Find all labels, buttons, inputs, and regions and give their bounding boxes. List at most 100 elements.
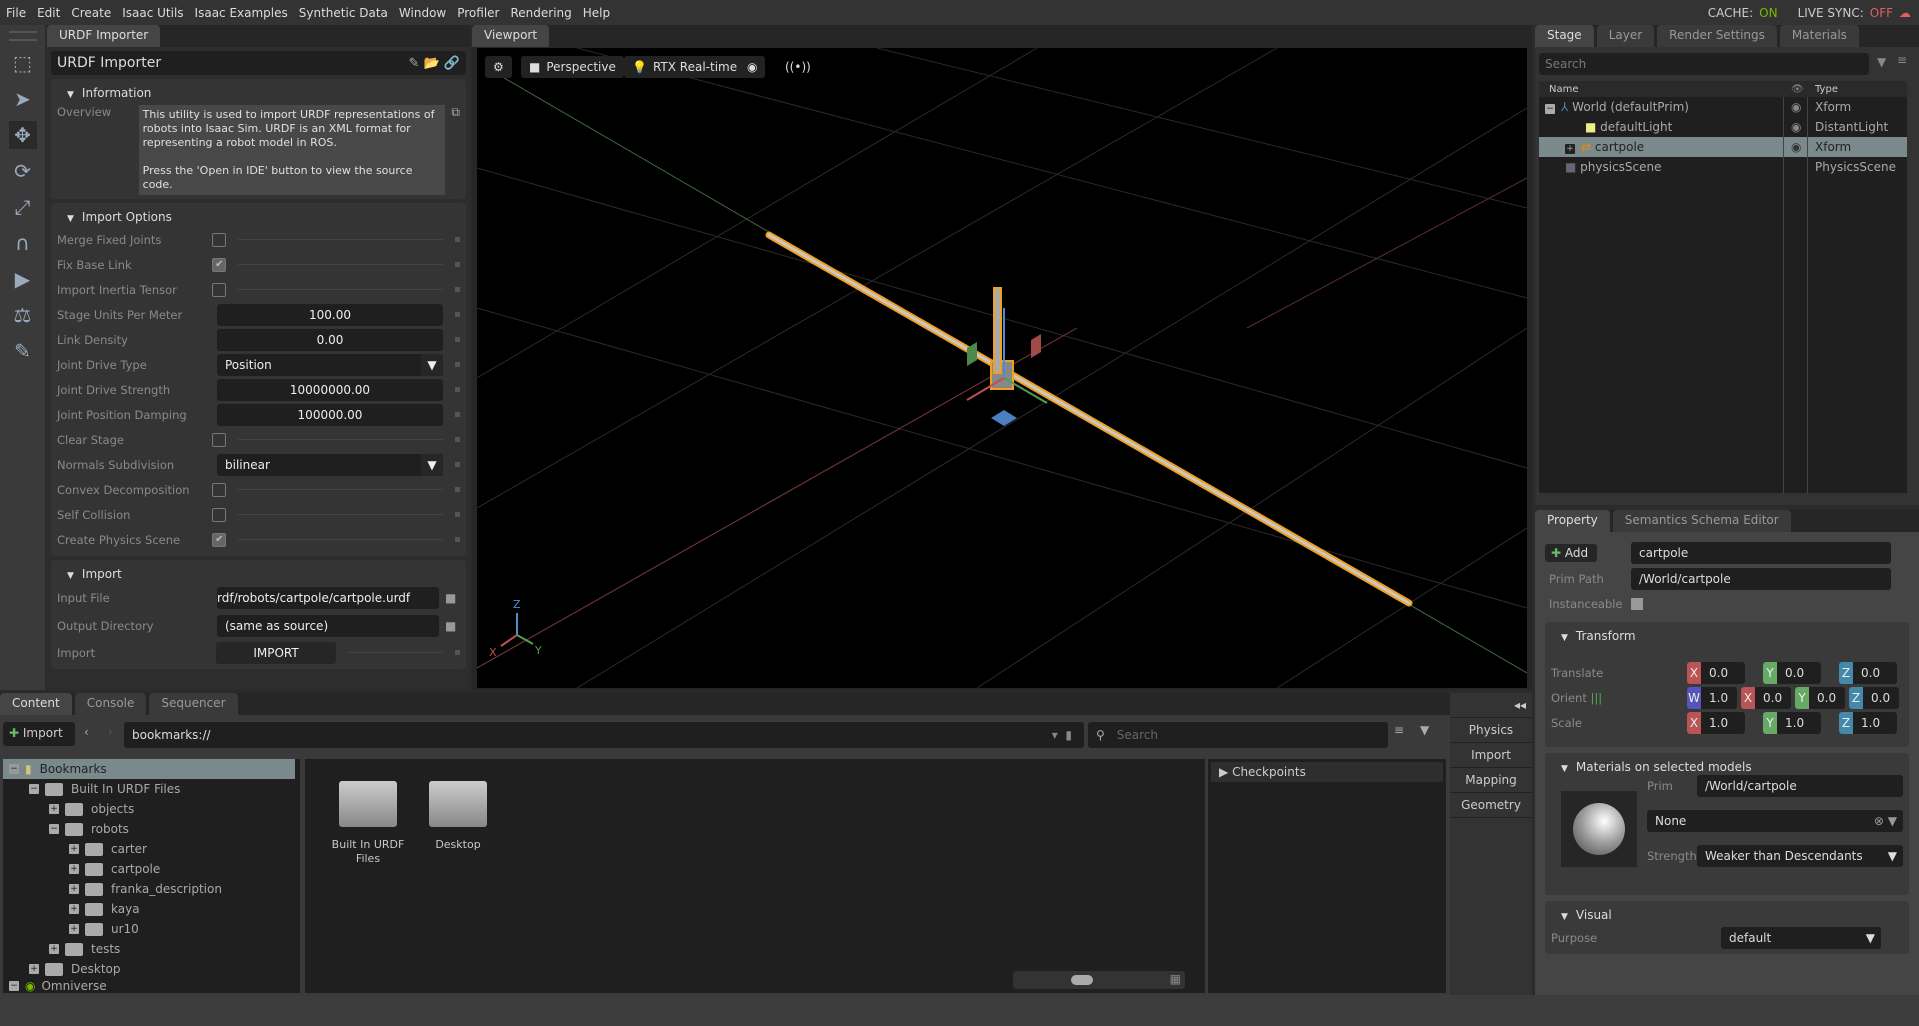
column-type[interactable]: Type: [1815, 84, 1838, 95]
orient-w[interactable]: W 1.0: [1687, 686, 1737, 709]
folder-icon[interactable]: ■: [445, 591, 456, 605]
rotate-icon[interactable]: ⟳: [9, 157, 37, 185]
viewport-canvas[interactable]: Z X Y ⚙ ■ Perspective 💡 RTX Real-time ◉ ((…: [476, 47, 1528, 689]
copy-icon[interactable]: ⧉: [451, 105, 460, 195]
tab-layer[interactable]: Layer: [1596, 25, 1655, 47]
paint-icon[interactable]: ✎: [9, 337, 37, 365]
edit-icon[interactable]: ✎: [408, 56, 419, 71]
tree-item-omniverse[interactable]: − ◉ Omniverse: [3, 979, 300, 993]
chevron-down-icon[interactable]: ▼: [1888, 814, 1897, 828]
output-directory-field[interactable]: (same as source): [217, 615, 439, 637]
tab-viewport[interactable]: Viewport: [472, 25, 550, 47]
back-icon[interactable]: ‹: [84, 725, 89, 739]
translate-x[interactable]: X 0.0: [1687, 661, 1745, 684]
folder-icon[interactable]: 📂: [423, 56, 439, 71]
menu-help[interactable]: Help: [583, 6, 610, 20]
prim-path-field[interactable]: /World/cartpole: [1631, 568, 1891, 590]
path-input[interactable]: bookmarks://▾ ▮: [124, 722, 1084, 748]
select-mode-icon[interactable]: ⬚: [9, 49, 37, 77]
tree-item-objects[interactable]: + objects: [3, 799, 300, 819]
eye-icon[interactable]: ◉: [1791, 100, 1801, 114]
scale-icon[interactable]: ⤢: [9, 193, 37, 221]
materials-header[interactable]: Materials on selected models: [1551, 757, 1903, 777]
tree-item-bookmarks[interactable]: − ▮ Bookmarks: [3, 759, 295, 779]
snap-icon[interactable]: ∩: [9, 229, 37, 257]
checkpoints-header[interactable]: ▶ Checkpoints: [1211, 762, 1443, 782]
tab-materials[interactable]: Materials: [1779, 25, 1859, 47]
clear-icon[interactable]: ⊗: [1874, 814, 1884, 828]
menu-handle-icon[interactable]: [8, 31, 37, 41]
scale-y[interactable]: Y 1.0: [1763, 711, 1821, 734]
tree-item-robots[interactable]: − robots: [3, 819, 300, 839]
create-physics-scene-checkbox[interactable]: ✔: [212, 532, 227, 547]
move-icon[interactable]: ✥: [8, 121, 37, 149]
menu-file[interactable]: File: [6, 6, 26, 20]
convex-decomposition-checkbox[interactable]: [212, 482, 227, 497]
eye-icon[interactable]: ◉: [1791, 120, 1801, 134]
tab-content[interactable]: Content: [0, 693, 72, 715]
renderer-button[interactable]: 💡 RTX Real-time: [624, 56, 746, 78]
tree-item-kaya[interactable]: + kaya: [3, 899, 300, 919]
chevron-down-icon[interactable]: ▾: [1052, 728, 1058, 742]
tree-item-cartpole[interactable]: + cartpole: [3, 859, 300, 879]
fix-base-link-checkbox[interactable]: ✔: [212, 257, 227, 272]
input-file-field[interactable]: rdf/robots/cartpole/cartpole.urdf: [217, 587, 439, 609]
joint-drive-type-dropdown[interactable]: Position ▼: [217, 353, 443, 376]
hamburger-icon[interactable]: ≡: [1897, 53, 1907, 67]
joint-damping-field[interactable]: 100000.00: [217, 403, 443, 426]
grid-item-desktop[interactable]: Desktop: [413, 781, 503, 851]
menu-synthetic-data[interactable]: Synthetic Data: [299, 6, 388, 20]
tree-row-defaultlight[interactable]: ■ defaultLight ◉ DistantLight: [1539, 117, 1907, 137]
tree-item-carter[interactable]: + carter: [3, 839, 300, 859]
bookmark-icon[interactable]: ▮: [1065, 728, 1072, 742]
visibility-button[interactable]: ◉: [739, 56, 766, 78]
gizmo-plane-handle[interactable]: [967, 342, 977, 366]
collapse-icon[interactable]: −: [1545, 104, 1555, 114]
collapse-icon[interactable]: ◂◂: [1450, 693, 1532, 718]
material-dropdown[interactable]: None ⊗ ▼: [1647, 810, 1903, 832]
physics-icon[interactable]: ⚖: [9, 301, 37, 329]
list-view-icon[interactable]: ≡: [1394, 723, 1404, 737]
broadcast-button[interactable]: ((•)): [777, 56, 819, 78]
tab-stage[interactable]: Stage: [1535, 25, 1594, 47]
tree-item-ur10[interactable]: + ur10: [3, 919, 300, 939]
filter-icon[interactable]: ▼: [1420, 723, 1429, 737]
tab-sequencer[interactable]: Sequencer: [149, 693, 238, 715]
grid-item-built-in-urdf[interactable]: Built In URDF Files: [323, 781, 413, 865]
cache-value[interactable]: ON: [1759, 6, 1777, 20]
gizmo-plane-handle[interactable]: [991, 410, 1017, 426]
merge-fixed-joints-checkbox[interactable]: [212, 232, 227, 247]
play-icon[interactable]: ▶: [9, 265, 37, 293]
geometry-button[interactable]: Geometry: [1450, 793, 1532, 818]
information-header[interactable]: Information: [57, 83, 460, 103]
content-search-input[interactable]: ⚲ Search: [1088, 722, 1388, 748]
menu-rendering[interactable]: Rendering: [510, 6, 571, 20]
tab-render-settings[interactable]: Render Settings: [1657, 25, 1777, 47]
translate-z[interactable]: Z 0.0: [1839, 661, 1897, 684]
orient-x[interactable]: X 0.0: [1741, 686, 1791, 709]
import-header[interactable]: Import: [57, 564, 460, 584]
live-sync-value[interactable]: OFF: [1870, 6, 1893, 20]
tree-item-franka[interactable]: + franka_description: [3, 879, 300, 899]
menu-edit[interactable]: Edit: [37, 6, 60, 20]
import-button[interactable]: IMPORT: [216, 641, 337, 664]
scale-x[interactable]: X 1.0: [1687, 711, 1745, 734]
menu-profiler[interactable]: Profiler: [457, 6, 499, 20]
visual-header[interactable]: Visual: [1551, 905, 1903, 925]
orient-z[interactable]: Z 0.0: [1849, 686, 1899, 709]
purpose-dropdown[interactable]: default ▼: [1721, 926, 1881, 949]
pole[interactable]: [993, 287, 1002, 374]
tab-urdf-importer[interactable]: URDF Importer: [47, 25, 161, 47]
tree-item-desktop[interactable]: + Desktop: [3, 959, 300, 979]
camera-button[interactable]: ■ Perspective: [521, 56, 624, 78]
menu-create[interactable]: Create: [71, 6, 111, 20]
menu-isaac-examples[interactable]: Isaac Examples: [195, 6, 288, 20]
normals-subdivision-dropdown[interactable]: bilinear ▼: [217, 453, 443, 476]
add-button[interactable]: ✚ Add: [1545, 544, 1597, 562]
tab-console[interactable]: Console: [74, 693, 147, 715]
tree-item-tests[interactable]: + tests: [3, 939, 300, 959]
stage-search-input[interactable]: Search: [1539, 53, 1869, 75]
prim-name-field[interactable]: cartpole: [1631, 542, 1891, 564]
column-name[interactable]: Name: [1549, 84, 1579, 95]
grid-view-icon[interactable]: ▦: [1170, 972, 1181, 986]
